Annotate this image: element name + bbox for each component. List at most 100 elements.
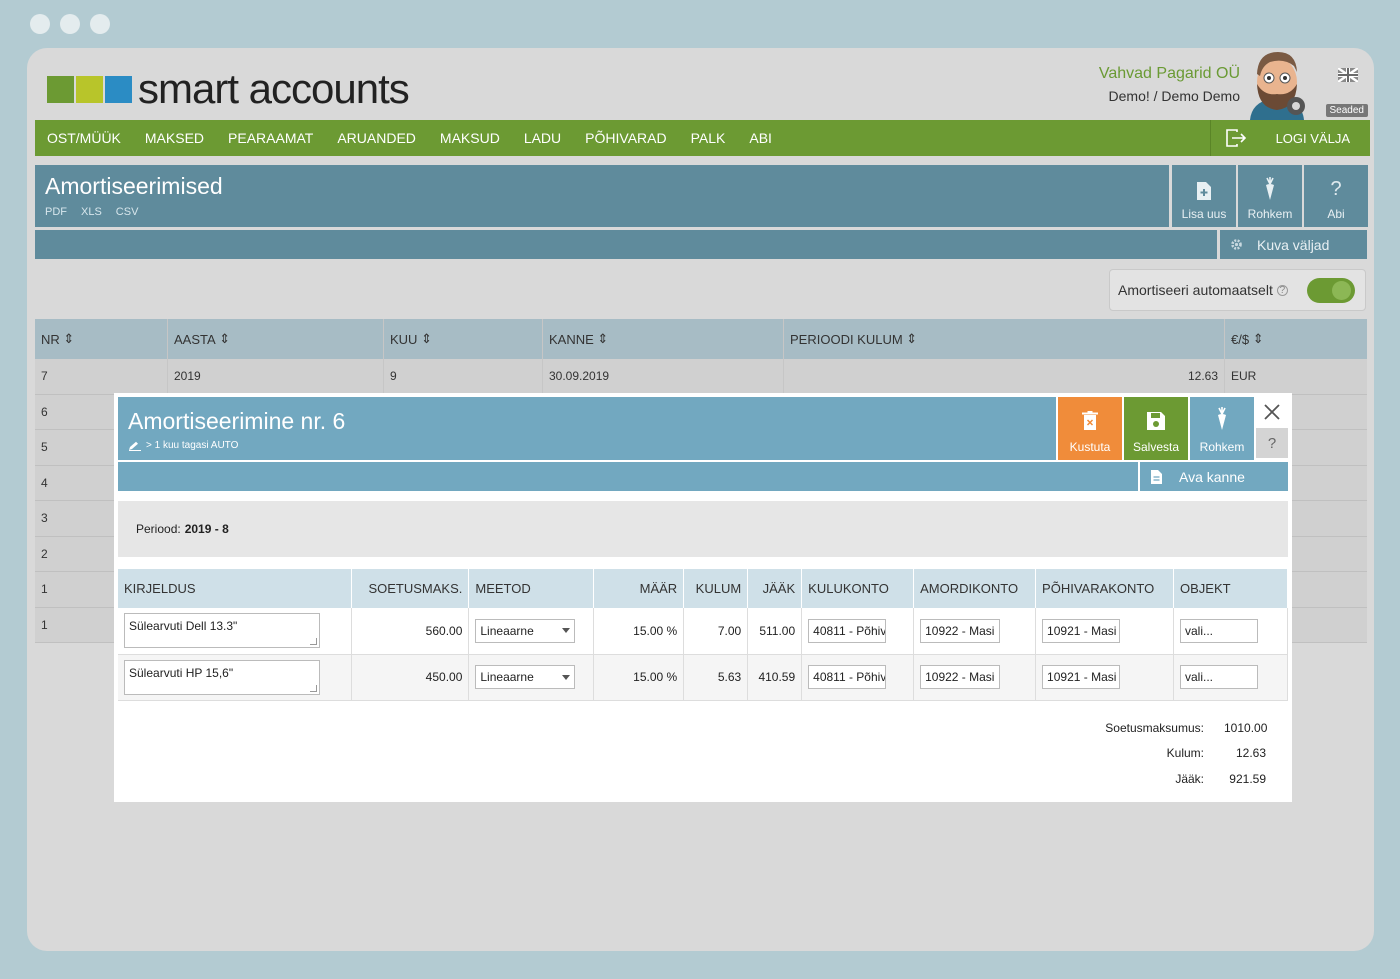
table-row[interactable]: 7 2019 9 30.09.2019 12.63 EUR	[35, 359, 1367, 395]
amortization-account-input[interactable]: 10922 - Masi	[920, 665, 1001, 689]
add-document-icon	[1172, 165, 1236, 201]
nav-item-aruanded[interactable]: ARUANDED	[325, 120, 428, 156]
sort-header-aasta[interactable]: AASTA ⇕	[168, 319, 384, 359]
nav-item-ost-myyk[interactable]: OST/MÜÜK	[35, 120, 133, 156]
page-title-bar: Amortiseerimised PDF XLS CSV	[35, 165, 1169, 227]
auto-amortize-label: Amortiseeri automaatselt	[1118, 282, 1273, 298]
amortization-account-input[interactable]: 10922 - Masi	[920, 618, 1001, 643]
asset-row: Sülearvuti HP 15,6" 450.00 Lineaarne 15.…	[118, 654, 1288, 701]
nav-item-abi[interactable]: ABI	[737, 120, 784, 156]
modal-help-button[interactable]: ?	[1256, 428, 1288, 458]
gear-icon	[1231, 239, 1242, 250]
show-fields-label: Kuva väljad	[1257, 236, 1330, 253]
sort-header-currency[interactable]: €/$ ⇕	[1225, 319, 1367, 359]
company-name[interactable]: Vahvad Pagarid OÜ	[1099, 64, 1240, 84]
asset-account-input[interactable]: 10921 - Masi	[1042, 618, 1121, 643]
nav-item-pohivarad[interactable]: PÕHIVARAD	[573, 120, 678, 156]
delete-label: Kustuta	[1069, 440, 1111, 454]
cost-value: 560.00	[351, 608, 470, 655]
nav-item-palk[interactable]: PALK	[679, 120, 738, 156]
header-maar: MÄÄR	[593, 569, 685, 608]
logo-text: smart accounts	[138, 65, 410, 112]
method-select[interactable]: Lineaarne	[475, 618, 576, 643]
chevron-down-icon	[562, 628, 571, 634]
sort-header-nr[interactable]: NR ⇕	[35, 319, 168, 359]
nav-item-maksud[interactable]: MAKSUD	[428, 120, 512, 156]
header-meetod: MEETOD	[468, 569, 595, 608]
cell-entry[interactable]: 30.09.2019	[543, 359, 784, 394]
question-icon: ?	[1330, 178, 1342, 200]
expense-account-input[interactable]: 40811 - Põhiv	[808, 618, 887, 643]
main-nav: OST/MÜÜK MAKSED PEARAAMAT ARUANDED MAKSU…	[35, 120, 1370, 156]
logo-square-yellow	[76, 75, 103, 103]
more-button[interactable]: Rohkem	[1238, 165, 1302, 227]
modal-subtitle-text: > 1 kuu tagasi AUTO	[146, 440, 239, 451]
modal-subtitle: > 1 kuu tagasi AUTO	[128, 440, 238, 451]
object-input[interactable]: vali...	[1180, 665, 1258, 689]
close-icon[interactable]	[1256, 399, 1288, 425]
open-entry-button[interactable]: Ava kanne	[1140, 462, 1288, 491]
description-textarea[interactable]: Sülearvuti HP 15,6"	[124, 659, 320, 695]
nav-item-ladu[interactable]: LADU	[512, 120, 573, 156]
page-sub-bar	[35, 230, 1217, 259]
export-pdf-link[interactable]: PDF	[45, 206, 67, 218]
asset-table-header: KIRJELDUS SOETUSMAKS. MEETOD MÄÄR KULUM …	[118, 569, 1288, 608]
method-select[interactable]: Lineaarne	[475, 665, 576, 689]
logo-square-blue	[105, 75, 132, 103]
window-dot[interactable]	[60, 14, 80, 34]
period-value: 2019 - 8	[184, 522, 229, 536]
cell-currency: EUR	[1231, 369, 1257, 384]
remaining-value: 511.00	[747, 608, 803, 655]
header-jaak: JÄÄK	[747, 569, 803, 608]
nav-item-maksed[interactable]: MAKSED	[133, 120, 216, 156]
help-button[interactable]: ? Abi	[1304, 165, 1368, 227]
show-fields-button[interactable]: Kuva väljad	[1220, 230, 1367, 259]
logout-icon[interactable]	[1209, 120, 1262, 156]
export-csv-link[interactable]: CSV	[116, 206, 139, 218]
sort-header-kuu[interactable]: KUU ⇕	[384, 319, 543, 359]
more-label: Rohkem	[1247, 207, 1293, 221]
logout-button[interactable]: LOGI VÄLJA	[1262, 131, 1370, 146]
window-dot[interactable]	[30, 14, 50, 34]
document-icon	[1151, 469, 1162, 484]
delete-button[interactable]: Kustuta	[1058, 397, 1122, 460]
nav-item-pearaamat[interactable]: PEARAAMAT	[216, 120, 325, 156]
asset-table: KIRJELDUS SOETUSMAKS. MEETOD MÄÄR KULUM …	[118, 569, 1288, 701]
modal-sub-bar	[118, 462, 1138, 491]
period-label: Periood:	[136, 522, 181, 536]
add-new-button[interactable]: Lisa uus	[1172, 165, 1236, 227]
header-pohivarakonto: PÕHIVARAKONTO	[1035, 569, 1174, 608]
asset-row: Sülearvuti Dell 13.3" 560.00 Lineaarne 1…	[118, 608, 1288, 655]
help-label: Abi	[1327, 207, 1345, 221]
description-textarea[interactable]: Sülearvuti Dell 13.3"	[124, 613, 320, 649]
remaining-value: 410.59	[747, 654, 803, 701]
export-links: PDF XLS CSV	[45, 206, 138, 218]
export-xls-link[interactable]: XLS	[81, 206, 102, 218]
amortization-modal: Amortiseerimine nr. 6 > 1 kuu tagasi AUT…	[114, 393, 1292, 802]
sort-header-perioodi-kulum[interactable]: PERIOODI KULUM ⇕	[784, 319, 1225, 359]
page-title: Amortiseerimised	[45, 173, 223, 199]
help-icon[interactable]: ?	[1276, 284, 1288, 296]
save-button[interactable]: Salvesta	[1124, 397, 1188, 460]
asset-account-input[interactable]: 10921 - Masi	[1042, 665, 1121, 689]
rate-value: 15.00 %	[593, 608, 685, 655]
object-input[interactable]: vali...	[1180, 618, 1258, 643]
uk-flag-icon[interactable]	[1338, 68, 1358, 82]
window-dot[interactable]	[90, 14, 110, 34]
modal-title: Amortiseerimine nr. 6	[128, 408, 346, 434]
modal-more-button[interactable]: Rohkem	[1190, 397, 1254, 460]
carrot-icon	[1238, 165, 1302, 201]
expense-account-input[interactable]: 40811 - Põhiv	[808, 665, 887, 689]
settings-tag[interactable]: Seaded	[1325, 104, 1368, 117]
auto-amortize-toggle[interactable]	[1307, 278, 1355, 303]
cell-year: 2019	[168, 359, 384, 394]
company-info: Vahvad Pagarid OÜ Demo! / Demo Demo	[1099, 64, 1240, 106]
chevron-down-icon	[562, 674, 571, 680]
depreciation-value: 7.00	[683, 608, 749, 655]
header-amordikonto: AMORDIKONTO	[913, 569, 1037, 608]
table-header: NR ⇕ AASTA ⇕ KUU ⇕ KANNE ⇕ PERIOODI KULU…	[35, 319, 1367, 359]
logo[interactable]: smart accounts	[47, 65, 410, 112]
sort-header-kanne[interactable]: KANNE ⇕	[543, 319, 784, 359]
open-entry-label: Ava kanne	[1179, 468, 1245, 485]
avatar[interactable]	[1244, 48, 1310, 120]
